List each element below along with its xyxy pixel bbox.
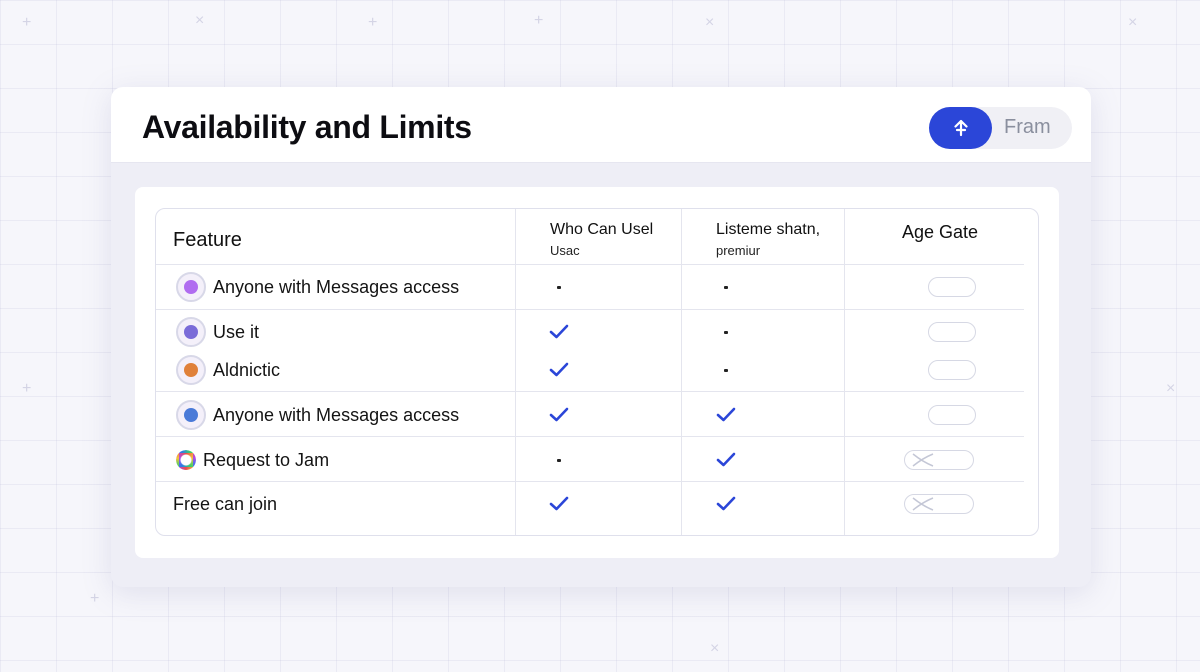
feature-cell: Anyone with Messages access — [176, 267, 459, 307]
table-row: Use it — [156, 312, 1038, 352]
table-row: Anyone with Messages access — [156, 395, 1038, 435]
share-button[interactable] — [929, 107, 992, 149]
background-glyph: × — [195, 12, 205, 29]
who-can-use-cell — [544, 350, 574, 390]
column-header-who-can-use: Who Can Usel Usac — [550, 221, 653, 258]
table-row: Anyone with Messages access — [156, 267, 1038, 307]
row-divider — [156, 436, 1024, 437]
who-can-use-cell — [544, 440, 574, 480]
feature-label: Request to Jam — [203, 449, 330, 470]
avatar-icon — [176, 400, 206, 430]
check-icon — [549, 496, 569, 511]
check-icon — [549, 407, 569, 422]
column-header-feature: Feature — [173, 229, 242, 251]
background-glyph: × — [705, 14, 715, 31]
blocked-x-icon — [912, 497, 934, 511]
listen-cell — [711, 267, 741, 307]
background-glyph: + — [90, 590, 100, 607]
listen-cell — [711, 395, 741, 435]
fram-tab[interactable]: Fram — [1004, 116, 1051, 139]
background-glyph: + — [22, 14, 32, 31]
who-can-use-cell — [544, 267, 574, 307]
header-toggle-group: Fram — [929, 107, 1072, 149]
avatar-image — [184, 363, 198, 377]
blocked-x-icon — [912, 453, 934, 467]
check-icon — [716, 496, 736, 511]
table-row: Aldnictic — [156, 350, 1038, 390]
column-header-sublabel: Usac — [550, 243, 580, 258]
card-header: Availability and Limits Fram — [111, 87, 1091, 163]
background-glyph: × — [1128, 14, 1138, 31]
dash-mark — [557, 458, 561, 462]
feature-label: Free can join — [173, 493, 278, 514]
column-header-label: Who Can Usel — [550, 221, 654, 238]
feature-cell: Request to Jam — [176, 440, 329, 480]
background-glyph: × — [1166, 380, 1176, 397]
listen-cell — [711, 484, 741, 524]
age-gate-toggle[interactable] — [928, 405, 976, 425]
page-title: Availability and Limits — [142, 109, 472, 145]
background-glyph: + — [368, 14, 378, 31]
avatar-image — [184, 325, 198, 339]
limits-table: Feature Who Can Usel Usac Listeme shatn,… — [155, 208, 1039, 536]
share-arrow-icon — [953, 119, 968, 137]
listen-cell — [711, 350, 741, 390]
listen-cell — [711, 312, 741, 352]
background-glyph: + — [22, 380, 32, 397]
age-gate-toggle[interactable] — [928, 277, 976, 297]
table-row: Request to Jam — [156, 440, 1038, 480]
column-header-listen: Listeme shatn, premiur — [716, 221, 820, 258]
check-icon — [549, 324, 569, 339]
age-gate-toggle[interactable] — [928, 322, 976, 342]
row-divider — [156, 309, 1024, 310]
feature-label: Aldnictic — [213, 359, 281, 380]
column-header-sublabel: premiur — [716, 243, 761, 258]
avatar-image — [184, 280, 198, 294]
check-icon — [549, 362, 569, 377]
feature-label: Use it — [213, 321, 260, 342]
who-can-use-cell — [544, 312, 574, 352]
feature-cell: Anyone with Messages access — [176, 395, 459, 435]
age-gate-toggle[interactable] — [904, 450, 974, 470]
dash-mark — [724, 368, 728, 372]
column-header-age-gate: Age Gate — [902, 222, 979, 242]
background-glyph: × — [710, 640, 720, 657]
feature-label: Anyone with Messages access — [213, 276, 460, 297]
avatar-icon — [176, 272, 206, 302]
feature-cell: Use it — [176, 312, 259, 352]
feature-cell: Free can join — [173, 484, 277, 524]
avatar-icon — [176, 317, 206, 347]
ring-icon — [176, 450, 196, 470]
row-divider — [156, 481, 1024, 482]
table-row: Free can join — [156, 484, 1038, 524]
column-header-label: Listeme shatn, — [716, 221, 821, 238]
who-can-use-cell — [544, 395, 574, 435]
background-glyph: + — [534, 12, 544, 29]
age-gate-toggle[interactable] — [928, 360, 976, 380]
who-can-use-cell — [544, 484, 574, 524]
age-gate-toggle[interactable] — [904, 494, 974, 514]
check-icon — [716, 452, 736, 467]
row-divider — [156, 391, 1024, 392]
avatar-image — [184, 408, 198, 422]
availability-card: Availability and Limits Fram Feature Who… — [111, 87, 1091, 587]
table-panel: Feature Who Can Usel Usac Listeme shatn,… — [135, 187, 1059, 558]
listen-cell — [711, 440, 741, 480]
avatar-icon — [176, 355, 206, 385]
check-icon — [716, 407, 736, 422]
row-divider — [156, 264, 1024, 265]
dash-mark — [557, 285, 561, 289]
dash-mark — [724, 285, 728, 289]
dash-mark — [724, 330, 728, 334]
feature-cell: Aldnictic — [176, 350, 280, 390]
feature-label: Anyone with Messages access — [213, 404, 460, 425]
